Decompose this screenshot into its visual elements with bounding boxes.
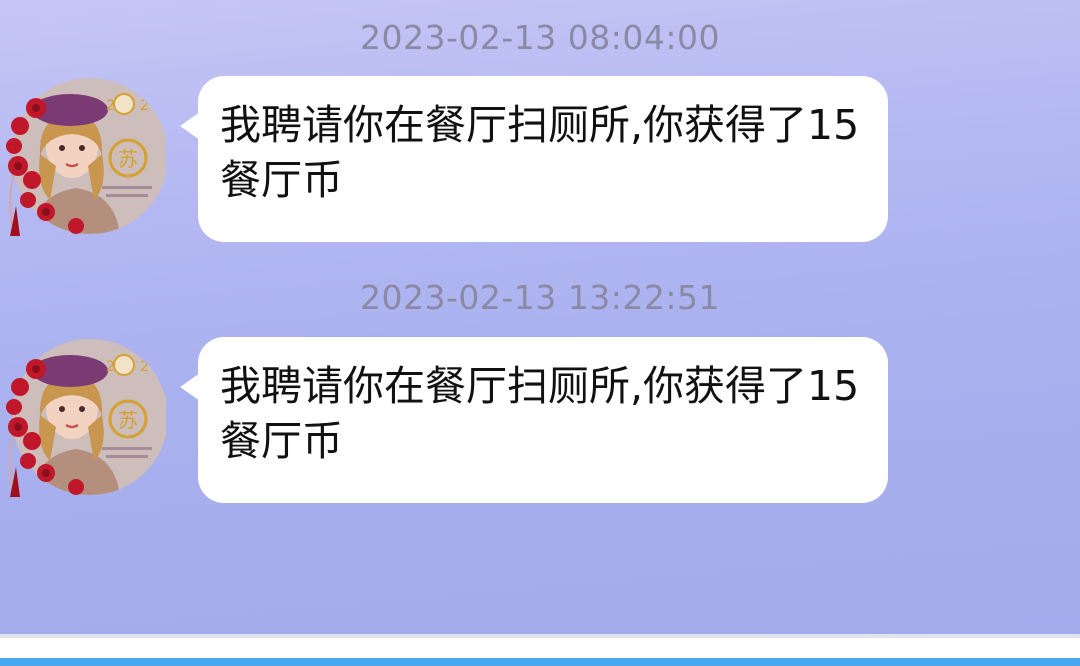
message-row: 苏 2 2 我聘请你在餐厅扫厕所,你获得了15餐厅币 xyxy=(0,337,1080,507)
accent-bar xyxy=(0,658,1080,666)
message-bubble[interactable]: 我聘请你在餐厅扫厕所,你获得了15餐厅币 xyxy=(180,337,888,503)
input-bar[interactable] xyxy=(0,638,1080,658)
svg-text:2: 2 xyxy=(106,98,115,114)
svg-text:2: 2 xyxy=(140,98,149,114)
avatar[interactable]: 苏 2 2 xyxy=(6,337,166,497)
svg-text:苏: 苏 xyxy=(118,147,138,171)
avatar[interactable]: 苏 2 2 xyxy=(6,76,166,236)
message-timestamp: 2023-02-13 08:04:00 xyxy=(360,18,720,57)
message-row: 苏 2 2 我聘请你在餐厅扫厕所,你获得了15餐厅币 xyxy=(0,76,1080,246)
svg-text:2: 2 xyxy=(106,359,115,375)
svg-text:苏: 苏 xyxy=(118,408,138,432)
svg-text:2: 2 xyxy=(140,359,149,375)
chat-area[interactable]: 2023-02-13 08:04:00 苏 2 2 我聘请你在餐厅扫厕所,你获得… xyxy=(0,0,1080,634)
message-timestamp: 2023-02-13 13:22:51 xyxy=(360,278,720,317)
message-bubble[interactable]: 我聘请你在餐厅扫厕所,你获得了15餐厅币 xyxy=(180,76,888,242)
